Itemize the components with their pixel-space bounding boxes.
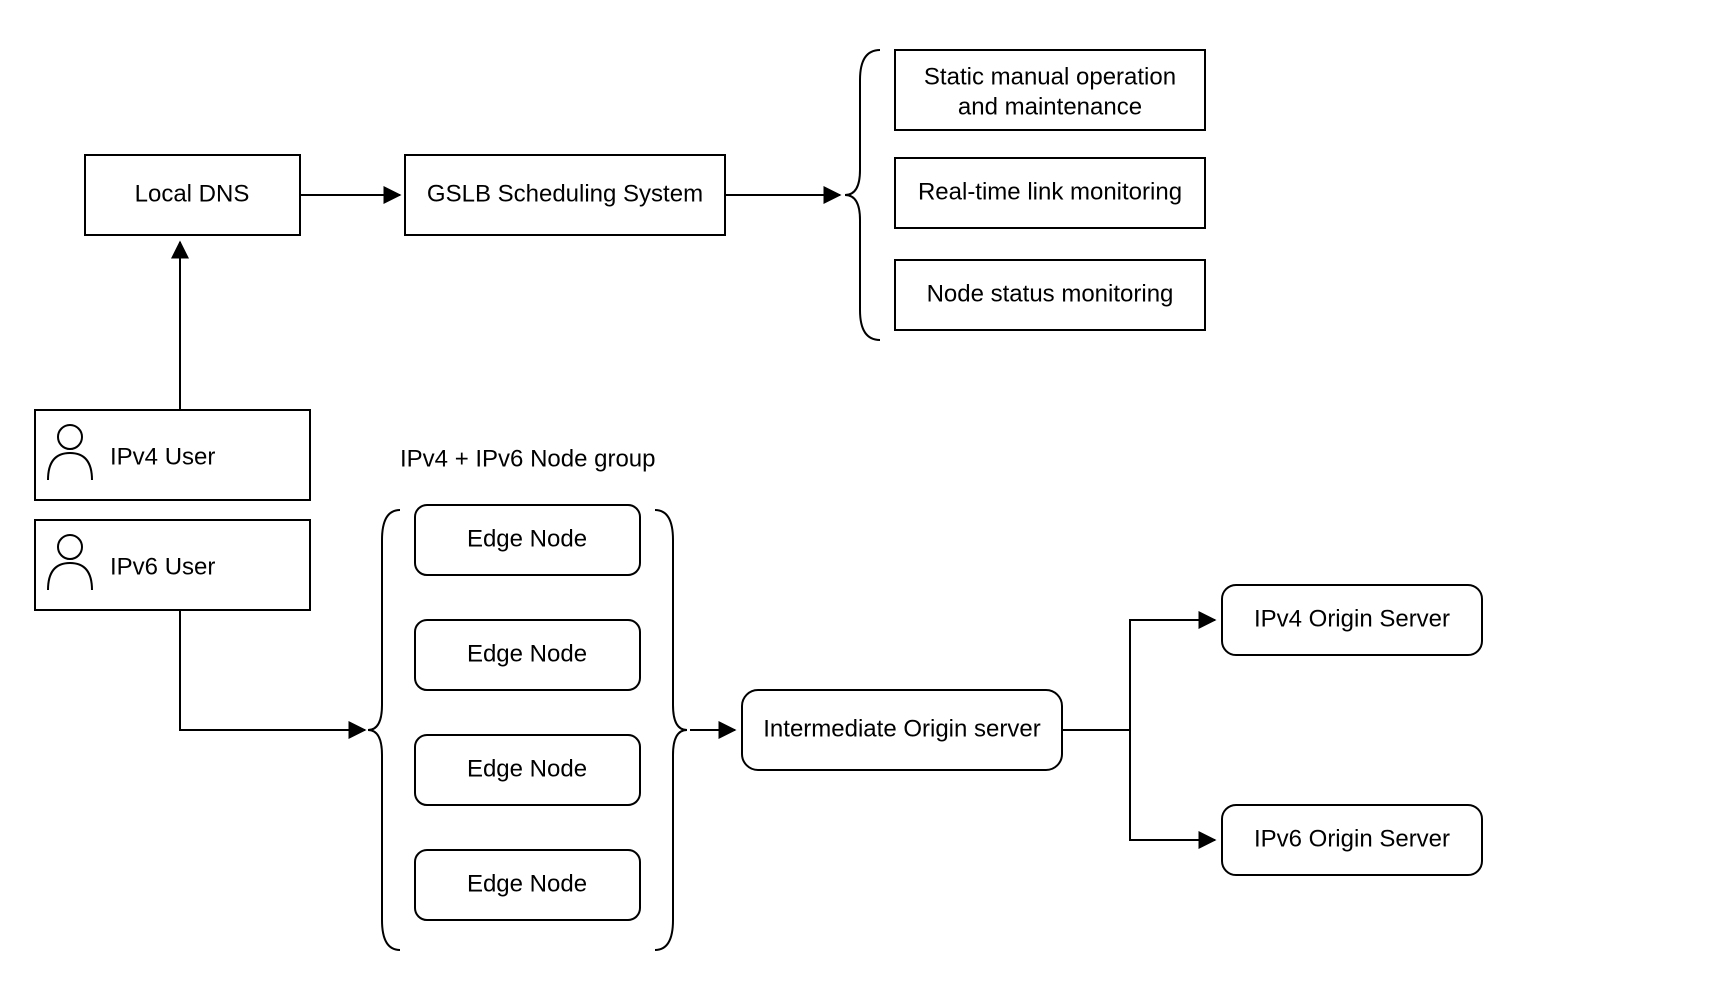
ipv6-user-label: IPv6 User [110, 553, 215, 580]
arrow-intermediate-to-v4 [1130, 620, 1215, 730]
edge-node-label: Edge Node [467, 640, 587, 667]
feature-static-line1: Static manual operation [924, 63, 1176, 90]
ipv6-origin-box: IPv6 Origin Server [1222, 805, 1482, 875]
brace-edge-right [655, 510, 687, 950]
brace-features [845, 50, 880, 340]
edge-node-3: Edge Node [415, 735, 640, 805]
local-dns-label: Local DNS [135, 180, 250, 207]
architecture-diagram: Local DNS GSLB Scheduling System Static … [0, 0, 1714, 998]
brace-edge-left [368, 510, 400, 950]
gslb-label: GSLB Scheduling System [427, 180, 703, 207]
feature-node-box: Node status monitoring [895, 260, 1205, 330]
edge-node-label: Edge Node [467, 525, 587, 552]
feature-static-line2: and maintenance [958, 93, 1142, 120]
arrow-intermediate-to-v6 [1130, 730, 1215, 840]
ipv6-user-box: IPv6 User [35, 520, 310, 610]
edge-node-label: Edge Node [467, 755, 587, 782]
arrow-user-to-edge [180, 610, 365, 730]
edge-node-2: Edge Node [415, 620, 640, 690]
intermediate-origin-label: Intermediate Origin server [763, 715, 1040, 742]
gslb-box: GSLB Scheduling System [405, 155, 725, 235]
feature-static-box: Static manual operation and maintenance [895, 50, 1205, 130]
local-dns-box: Local DNS [85, 155, 300, 235]
node-group-title: IPv4 + IPv6 Node group [400, 445, 656, 472]
ipv4-user-label: IPv4 User [110, 443, 215, 470]
feature-node-label: Node status monitoring [927, 280, 1174, 307]
edge-node-4: Edge Node [415, 850, 640, 920]
feature-link-label: Real-time link monitoring [918, 178, 1182, 205]
ipv4-origin-box: IPv4 Origin Server [1222, 585, 1482, 655]
edge-node-1: Edge Node [415, 505, 640, 575]
ipv4-user-box: IPv4 User [35, 410, 310, 500]
ipv4-origin-label: IPv4 Origin Server [1254, 605, 1450, 632]
edge-node-label: Edge Node [467, 870, 587, 897]
ipv6-origin-label: IPv6 Origin Server [1254, 825, 1450, 852]
intermediate-origin-box: Intermediate Origin server [742, 690, 1062, 770]
feature-link-box: Real-time link monitoring [895, 158, 1205, 228]
